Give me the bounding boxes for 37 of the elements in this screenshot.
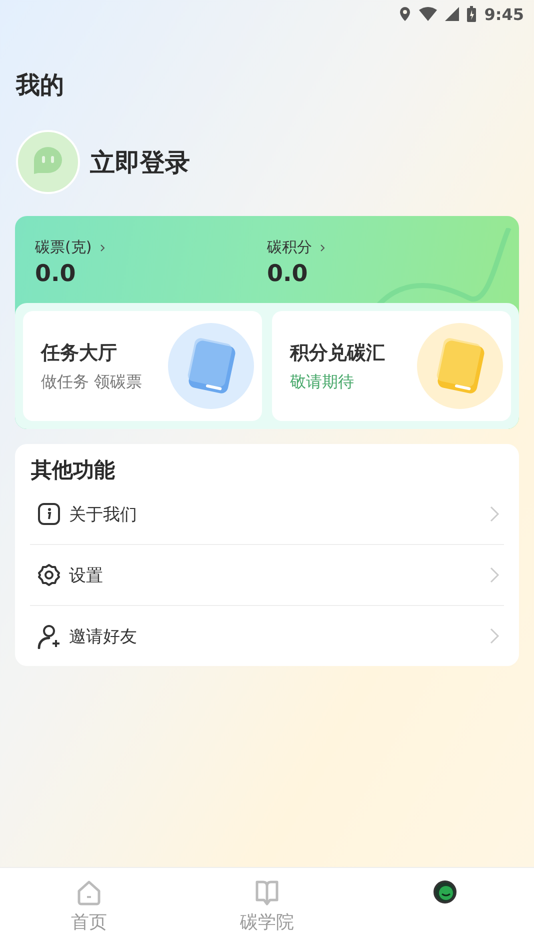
add-user-icon xyxy=(37,624,61,648)
tile-card[interactable]: 任务大厅 做任务 领碳票 xyxy=(23,311,262,421)
section-title: 其他功能 xyxy=(30,457,116,484)
menu-item[interactable]: 邀请好友 xyxy=(30,606,504,666)
book-icon xyxy=(417,323,503,409)
avatar-icon xyxy=(16,130,80,194)
chevron-icon xyxy=(320,244,326,252)
location-icon xyxy=(399,6,412,22)
stat-value: 0.0 xyxy=(35,261,77,287)
stat-value: 0.0 xyxy=(267,261,309,287)
signal-icon xyxy=(445,7,460,21)
page-title: 我的 xyxy=(16,70,65,101)
stat-item[interactable]: 碳票(克) 0.0 xyxy=(35,238,267,287)
chevron-icon xyxy=(100,244,106,252)
tile-title: 积分兑碳汇 xyxy=(290,340,385,366)
tile-subtitle: 做任务 领碳票 xyxy=(41,372,142,392)
menu-item[interactable]: 关于我们 xyxy=(30,484,504,545)
tile-card[interactable]: 积分兑碳汇 敬请期待 xyxy=(272,311,511,421)
chevron-right-icon xyxy=(490,567,500,583)
info-icon xyxy=(37,502,61,526)
avatar-icon xyxy=(432,880,458,906)
home-icon xyxy=(76,880,102,906)
battery-icon xyxy=(467,6,476,22)
wifi-icon xyxy=(419,7,438,21)
tile-subtitle: 敬请期待 xyxy=(290,372,355,392)
chevron-right-icon xyxy=(490,506,500,522)
settings-icon xyxy=(37,562,61,588)
stat-item[interactable]: 碳积分 0.0 xyxy=(267,238,499,287)
tile-title: 任务大厅 xyxy=(41,340,118,366)
stat-label: 碳积分 xyxy=(267,238,312,257)
status-time: 9:45 xyxy=(484,4,524,24)
menu-item[interactable]: 设置 xyxy=(30,545,504,606)
chevron-right-icon xyxy=(490,628,500,644)
book-icon xyxy=(254,880,280,906)
book-icon xyxy=(168,323,254,409)
stat-label: 碳票(克) xyxy=(35,238,92,257)
login-link[interactable]: 立即登录 xyxy=(90,146,190,178)
